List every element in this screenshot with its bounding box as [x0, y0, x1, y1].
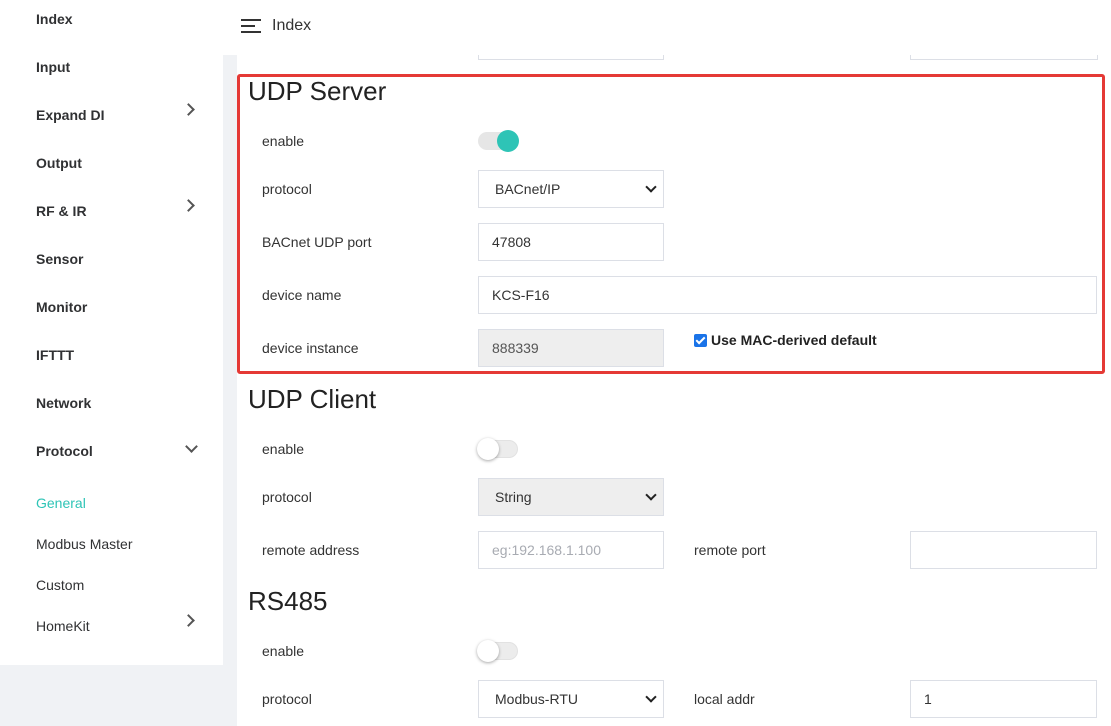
sidebar-item-rf-ir[interactable]: RF & IR [36, 203, 87, 219]
sidebar-subitem-custom[interactable]: Custom [36, 577, 84, 593]
udp-server-enable-toggle[interactable] [478, 130, 519, 152]
page-title: Index [272, 17, 312, 34]
udp-server-device-instance-input: 888339 [478, 329, 664, 367]
chevron-right-icon [182, 199, 195, 212]
mac-default-label: Use MAC-derived default [711, 332, 877, 348]
rs485-protocol-select[interactable]: Modbus-RTU [478, 680, 664, 718]
chevron-right-icon [182, 103, 195, 116]
sidebar-subitem-modbus-master[interactable]: Modbus Master [36, 536, 132, 552]
mac-default-checkbox[interactable] [694, 334, 707, 347]
menu-icon[interactable] [241, 19, 261, 33]
udp-client-remote-address-input[interactable]: eg:192.168.1.100 [478, 531, 664, 569]
sidebar-item-output[interactable]: Output [36, 155, 82, 171]
sidebar: Index Input Expand DI Output RF & IR Sen… [0, 0, 223, 665]
section-title-udp-client: UDP Client [248, 384, 377, 414]
udp-server-port-label: BACnet UDP port [262, 234, 372, 250]
udp-client-protocol-value: String [495, 489, 532, 505]
sidebar-subitem-homekit[interactable]: HomeKit [36, 618, 90, 634]
rs485-protocol-value: Modbus-RTU [495, 691, 578, 707]
udp-server-device-name-input[interactable]: KCS-F16 [478, 276, 1097, 314]
rs485-enable-toggle[interactable] [477, 640, 518, 662]
udp-server-protocol-select[interactable]: BACnet/IP [478, 170, 664, 208]
sidebar-subitem-general[interactable]: General [36, 495, 86, 511]
chevron-down-icon [645, 181, 657, 193]
input-stub [478, 55, 664, 60]
chevron-right-icon [182, 614, 195, 627]
sidebar-item-protocol[interactable]: Protocol [36, 443, 93, 459]
udp-server-protocol-value: BACnet/IP [495, 181, 561, 197]
udp-server-enable-label: enable [262, 133, 305, 149]
sidebar-item-ifttt[interactable]: IFTTT [36, 347, 74, 363]
header: Index [223, 0, 1111, 55]
settings-card: UDP Server enable protocol BACnet/IP BAC… [237, 55, 1111, 726]
udp-server-port-input[interactable]: 47808 [478, 223, 664, 261]
section-title-rs485: RS485 [248, 586, 328, 616]
udp-server-protocol-label: protocol [262, 181, 312, 197]
sidebar-item-input[interactable]: Input [36, 59, 70, 75]
input-stub [910, 55, 1098, 60]
sidebar-footer [0, 665, 223, 726]
rs485-protocol-label: protocol [262, 691, 312, 707]
udp-server-device-name-label: device name [262, 287, 342, 303]
rs485-enable-label: enable [262, 643, 305, 659]
udp-client-enable-toggle[interactable] [477, 438, 518, 460]
udp-client-remote-port-label: remote port [694, 542, 766, 558]
sidebar-item-sensor[interactable]: Sensor [36, 251, 83, 267]
rs485-local-addr-label: local addr [694, 691, 755, 707]
main-area: Index UDP Server enable protocol BACnet/… [223, 0, 1111, 726]
chevron-down-icon [185, 440, 198, 453]
chevron-down-icon [645, 489, 657, 501]
chevron-down-icon [645, 691, 657, 703]
sidebar-item-monitor[interactable]: Monitor [36, 299, 87, 315]
sidebar-item-network[interactable]: Network [36, 395, 91, 411]
sidebar-item-index[interactable]: Index [36, 11, 73, 27]
udp-client-remote-port-input[interactable] [910, 531, 1097, 569]
udp-client-protocol-select[interactable]: String [478, 478, 664, 516]
sidebar-item-expand-di[interactable]: Expand DI [36, 107, 104, 123]
udp-client-remote-address-label: remote address [262, 542, 360, 558]
udp-client-enable-label: enable [262, 441, 305, 457]
section-title-udp-server: UDP Server [248, 76, 387, 106]
udp-client-protocol-label: protocol [262, 489, 312, 505]
rs485-local-addr-input[interactable]: 1 [910, 680, 1097, 718]
udp-server-device-instance-label: device instance [262, 340, 359, 356]
